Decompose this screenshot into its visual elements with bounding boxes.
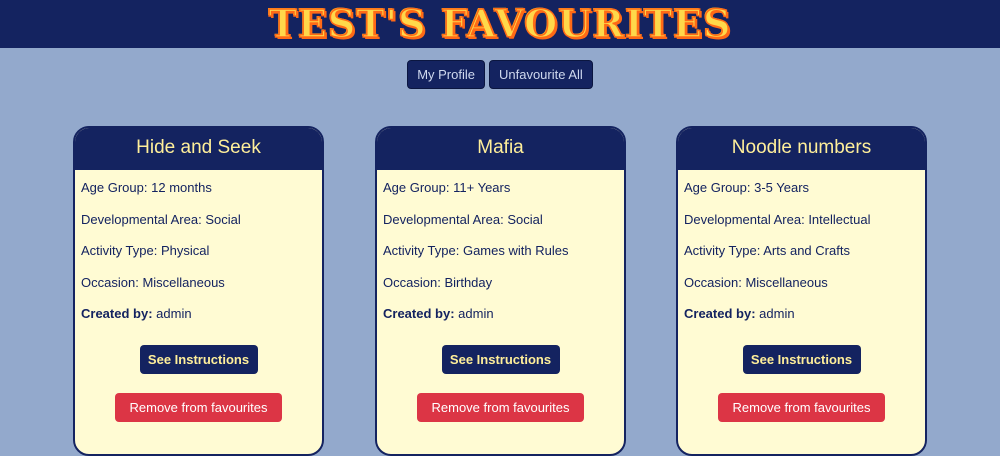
my-profile-button[interactable]: My Profile — [407, 60, 485, 89]
activity-type-label: Activity Type: — [684, 243, 761, 258]
header-bar: TEST'S FAVOURITES — [0, 0, 1000, 48]
card-title: Noodle numbers — [678, 128, 925, 170]
activity-type-row: Activity Type: Games with Rules — [383, 243, 624, 275]
age-group-label: Age Group: — [81, 180, 148, 195]
age-group-row: Age Group: 12 months — [81, 180, 322, 212]
developmental-area-value: Social — [507, 211, 543, 227]
created-by-row: Created by: admin — [81, 306, 322, 338]
created-by-row: Created by: admin — [383, 306, 624, 338]
developmental-area-row: Developmental Area: Social — [383, 212, 624, 244]
activity-type-label: Activity Type: — [81, 243, 158, 258]
developmental-area-value: Intellectual — [808, 211, 871, 227]
age-group-label: Age Group: — [383, 180, 450, 195]
occasion-row: Occasion: Miscellaneous — [684, 275, 925, 307]
page-title: TEST'S FAVOURITES — [268, 0, 732, 47]
created-by-row: Created by: admin — [684, 306, 925, 338]
age-group-label: Age Group: — [684, 180, 751, 195]
activity-card: Mafia Age Group: 11+ Years Developmental… — [375, 126, 626, 456]
developmental-area-label: Developmental Area: — [684, 211, 805, 227]
created-by-value: admin — [759, 306, 795, 321]
created-by-value: admin — [458, 306, 494, 321]
created-by-label: Created by: — [383, 306, 455, 321]
occasion-label: Occasion: — [383, 274, 441, 290]
age-group-row: Age Group: 3-5 Years — [684, 180, 925, 212]
card-body: Age Group: 3-5 Years Developmental Area:… — [678, 170, 925, 338]
activity-type-value: Physical — [160, 243, 210, 258]
activity-type-value: Arts and Crafts — [763, 243, 850, 258]
developmental-area-row: Developmental Area: Social — [81, 212, 322, 244]
created-by-label: Created by: — [684, 306, 756, 321]
see-instructions-button[interactable]: See Instructions — [139, 344, 258, 374]
card-body: Age Group: 12 months Developmental Area:… — [75, 170, 322, 338]
activity-type-value: Games with Rules — [462, 243, 569, 258]
age-group-row: Age Group: 11+ Years — [383, 180, 624, 212]
occasion-label: Occasion: — [684, 274, 742, 290]
created-by-value: admin — [156, 306, 192, 321]
age-group-value: 12 months — [151, 180, 212, 195]
occasion-row: Occasion: Birthday — [383, 275, 624, 307]
unfavourite-all-button[interactable]: Unfavourite All — [488, 60, 593, 89]
age-group-value: 3-5 Years — [754, 180, 810, 195]
age-group-value: 11+ Years — [453, 180, 511, 195]
remove-favourite-button[interactable]: Remove from favourites — [417, 392, 584, 422]
developmental-area-row: Developmental Area: Intellectual — [684, 212, 925, 244]
see-instructions-button[interactable]: See Instructions — [742, 344, 861, 374]
activity-type-label: Activity Type: — [383, 243, 460, 258]
developmental-area-label: Developmental Area: — [81, 211, 202, 227]
top-button-group: My Profile Unfavourite All — [0, 60, 1000, 89]
activity-type-row: Activity Type: Physical — [81, 243, 322, 275]
developmental-area-value: Social — [205, 211, 241, 227]
developmental-area-label: Developmental Area: — [383, 211, 504, 227]
occasion-row: Occasion: Miscellaneous — [81, 275, 322, 307]
see-instructions-button[interactable]: See Instructions — [441, 344, 560, 374]
card-body: Age Group: 11+ Years Developmental Area:… — [377, 170, 624, 338]
created-by-label: Created by: — [81, 306, 153, 321]
occasion-label: Occasion: — [81, 274, 139, 290]
occasion-value: Miscellaneous — [745, 274, 828, 290]
card-title: Mafia — [377, 128, 624, 170]
activity-card: Hide and Seek Age Group: 12 months Devel… — [73, 126, 324, 456]
occasion-value: Miscellaneous — [142, 274, 225, 290]
favourites-card-list: Hide and Seek Age Group: 12 months Devel… — [0, 126, 1000, 456]
remove-favourite-button[interactable]: Remove from favourites — [718, 392, 885, 422]
remove-favourite-button[interactable]: Remove from favourites — [115, 392, 282, 422]
occasion-value: Birthday — [444, 274, 493, 290]
activity-type-row: Activity Type: Arts and Crafts — [684, 243, 925, 275]
activity-card: Noodle numbers Age Group: 3-5 Years Deve… — [676, 126, 927, 456]
card-title: Hide and Seek — [75, 128, 322, 170]
